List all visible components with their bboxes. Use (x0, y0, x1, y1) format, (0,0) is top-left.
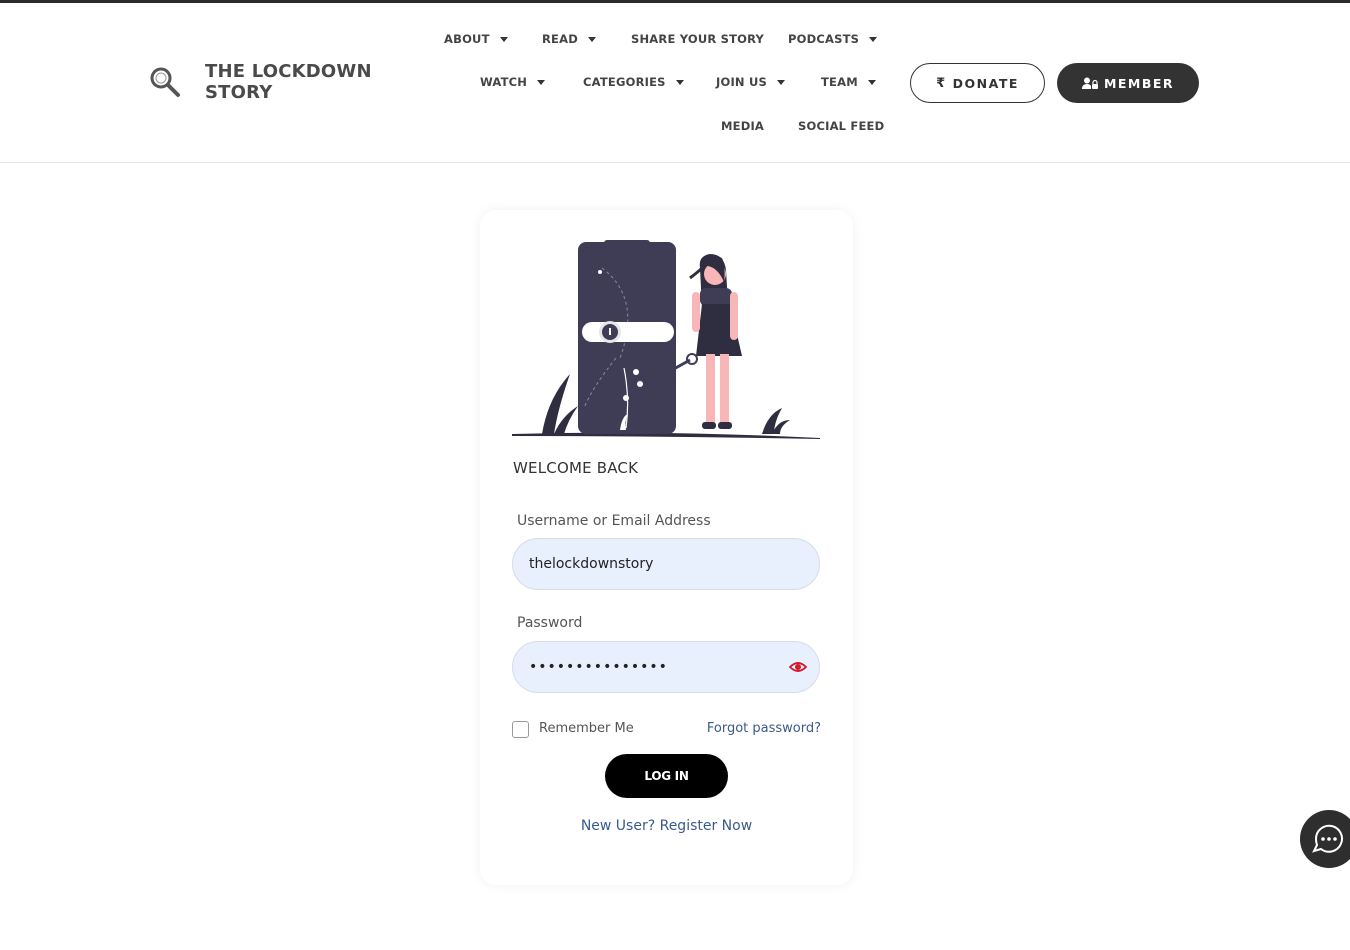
nav-team[interactable]: TEAM (821, 75, 876, 89)
nav-podcasts-label: PODCASTS (788, 32, 860, 46)
nav-watch-label: WATCH (480, 75, 528, 89)
site-logo-text[interactable]: THE LOCKDOWN STORY (205, 61, 405, 103)
nav-join-label: JOIN US (716, 75, 767, 89)
nav-about-label: ABOUT (444, 32, 490, 46)
password-input[interactable]: ••••••••••••••• (512, 641, 820, 693)
nav-categories-label: CATEGORIES (583, 75, 666, 89)
nav-read[interactable]: READ (542, 32, 596, 46)
member-label: MEMBER (1103, 75, 1175, 91)
username-input[interactable]: thelockdownstory (512, 538, 820, 590)
nav-media-label: MEDIA (721, 119, 765, 133)
login-illustration (512, 240, 820, 439)
nav-media[interactable]: MEDIA (721, 119, 764, 133)
member-button[interactable]: MEMBER (1057, 63, 1199, 103)
caret-down-icon (776, 79, 785, 85)
caret-down-icon (537, 79, 546, 85)
caret-down-icon (869, 36, 878, 42)
welcome-heading: WELCOME BACK (513, 459, 639, 477)
password-value: ••••••••••••••• (529, 659, 668, 675)
username-label: Username or Email Address (517, 513, 711, 529)
login-card: WELCOME BACK Username or Email Address t… (480, 210, 853, 885)
nav-join-us[interactable]: JOIN US (716, 75, 785, 89)
nav-share-label: SHARE YOUR STORY (631, 32, 765, 46)
nav-categories[interactable]: CATEGORIES (583, 75, 684, 89)
chat-bubble-icon (1312, 824, 1343, 853)
site-header: THE LOCKDOWN STORY ABOUT READ SHARE YOUR… (0, 3, 1350, 163)
remember-me-label[interactable]: Remember Me (539, 721, 634, 736)
nav-about[interactable]: ABOUT (444, 32, 508, 46)
register-link[interactable]: New User? Register Now (480, 818, 853, 834)
nav-watch[interactable]: WATCH (480, 75, 546, 89)
login-button[interactable]: LOG IN (605, 754, 728, 798)
show-password-eye-icon[interactable] (789, 659, 807, 675)
nav-team-label: TEAM (821, 75, 858, 89)
nav-social-label: SOCIAL FEED (798, 119, 885, 133)
donate-label: DONATE (952, 75, 1019, 91)
rupee-icon: ₹ (936, 75, 947, 91)
remember-me-checkbox[interactable] (512, 721, 529, 738)
nav-read-label: READ (542, 32, 578, 46)
magnifier-logo-icon[interactable] (148, 65, 182, 99)
caret-down-icon (675, 79, 684, 85)
caret-down-icon (867, 79, 876, 85)
nav-social-feed[interactable]: SOCIAL FEED (798, 119, 884, 133)
caret-down-icon (587, 36, 596, 42)
password-label: Password (517, 615, 583, 631)
nav-podcasts[interactable]: PODCASTS (788, 32, 878, 46)
forgot-password-link[interactable]: Forgot password? (707, 721, 821, 736)
chat-widget-button[interactable] (1300, 810, 1350, 868)
donate-button[interactable]: ₹ DONATE (910, 63, 1045, 103)
caret-down-icon (499, 36, 508, 42)
user-lock-icon (1081, 77, 1098, 89)
nav-share-your-story[interactable]: SHARE YOUR STORY (631, 32, 764, 46)
username-value: thelockdownstory (529, 556, 654, 572)
